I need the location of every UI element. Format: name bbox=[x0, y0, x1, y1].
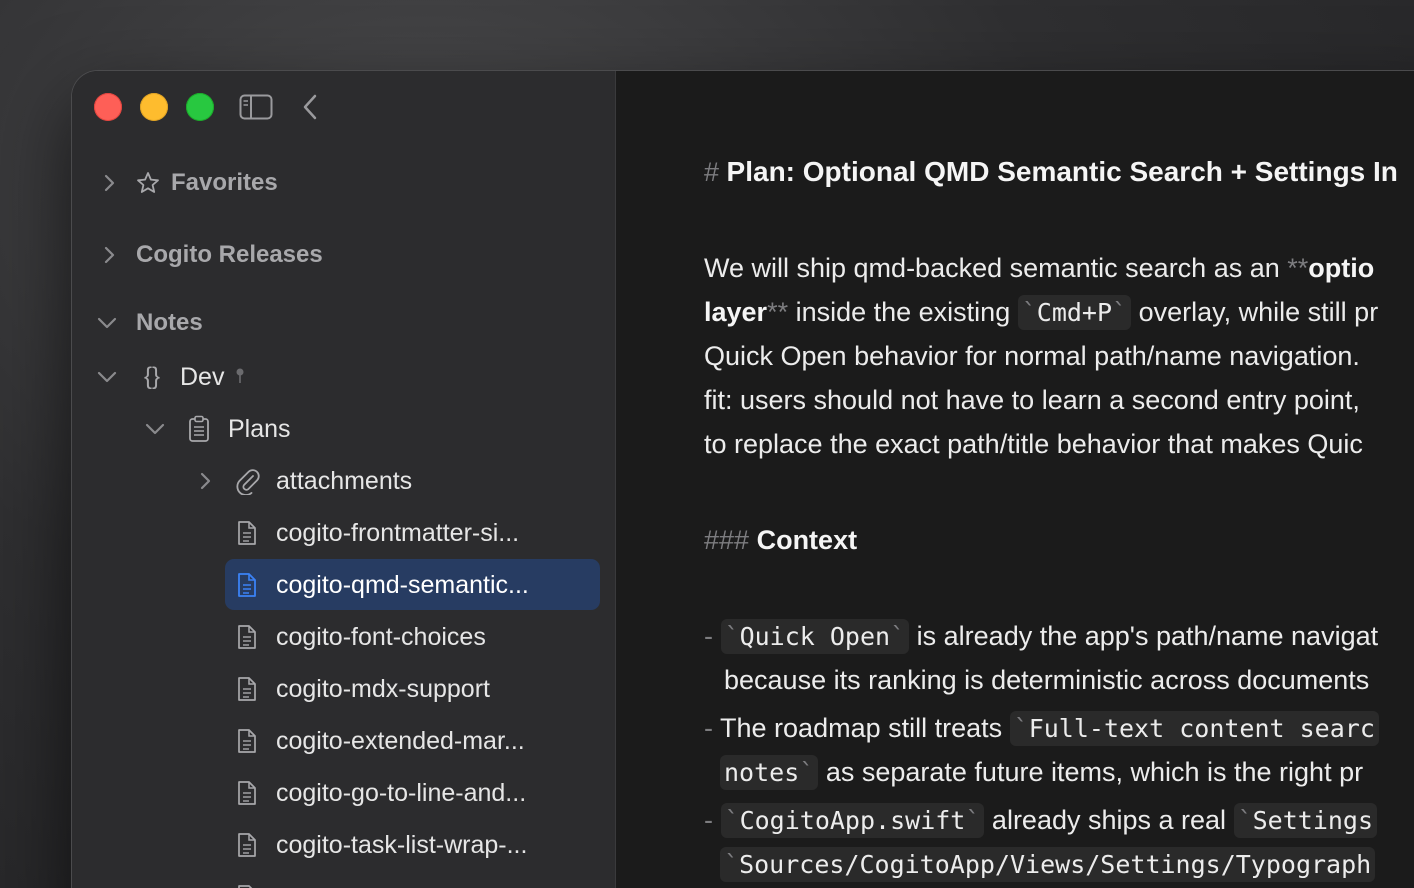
sidebar-file-label: cogito-font-choices bbox=[276, 622, 486, 651]
sidebar-file-item[interactable]: cogito-go-to-line-and... bbox=[72, 771, 615, 815]
sidebar-file-item[interactable]: cogito-frontmatter-si... bbox=[72, 511, 615, 555]
chevron-right-icon[interactable] bbox=[193, 469, 217, 493]
sidebar-section-cogito-releases[interactable]: Cogito Releases bbox=[72, 233, 615, 277]
sidebar-label-notes: Notes bbox=[136, 309, 203, 336]
sidebar-file-label: cogito-extended-mar... bbox=[276, 726, 525, 755]
paragraph-line: to replace the exact path/title behavior… bbox=[704, 429, 1363, 459]
paragraph-line: fit: users should not have to learn a se… bbox=[704, 385, 1360, 415]
document-title: Plan: Optional QMD Semantic Search + Set… bbox=[726, 156, 1398, 187]
document-icon bbox=[233, 570, 261, 600]
sidebar-folder-attachments[interactable]: attachments bbox=[72, 459, 615, 503]
text-run: We will ship qmd-backed semantic search … bbox=[704, 253, 1288, 283]
text-run: is already the app's path/name navigat bbox=[909, 621, 1379, 651]
sidebar-section-notes[interactable]: Notes bbox=[72, 301, 615, 345]
bullet-marker: - bbox=[704, 713, 713, 743]
document-icon bbox=[233, 882, 261, 888]
bullet-continuation: `Sources/CogitoApp/Views/Settings/Typogr… bbox=[720, 842, 1376, 886]
chevron-right-icon[interactable] bbox=[97, 243, 121, 267]
bullet-marker: - bbox=[704, 621, 713, 651]
document-icon bbox=[233, 726, 261, 756]
sidebar-label-dev: Dev bbox=[180, 362, 225, 391]
chevron-left-icon bbox=[303, 94, 317, 120]
text-run: The roadmap still treats bbox=[720, 713, 1010, 743]
sidebar-file-item-partial[interactable] bbox=[72, 875, 615, 888]
bold-text: layer bbox=[704, 297, 768, 327]
paperclip-icon bbox=[233, 466, 261, 496]
bold-marker: ** bbox=[1287, 253, 1309, 283]
sidebar-label-plans: Plans bbox=[228, 414, 291, 443]
sidebar: Favorites Cogito Releases Notes {} Dev P… bbox=[72, 71, 616, 888]
sidebar-folder-plans[interactable]: Plans bbox=[72, 407, 615, 451]
paragraph-line: layer** inside the existing `Cmd+P` over… bbox=[704, 290, 1378, 334]
document-icon bbox=[233, 778, 261, 808]
inline-code: notes` bbox=[720, 755, 819, 790]
inline-code: `Full-text content searc bbox=[1009, 711, 1379, 746]
clipboard-icon bbox=[185, 414, 213, 444]
document-icon bbox=[233, 830, 261, 860]
text-run: already ships a real bbox=[984, 805, 1234, 835]
sidebar-file-label: cogito-frontmatter-si... bbox=[276, 518, 520, 547]
sidebar-file-item[interactable]: cogito-task-list-wrap-... bbox=[72, 823, 615, 867]
sidebar-label-attachments: attachments bbox=[276, 466, 413, 495]
inline-code: `Quick Open` bbox=[720, 619, 910, 654]
inline-code: `CogitoApp.swift` bbox=[720, 803, 985, 838]
close-window-button[interactable] bbox=[94, 93, 122, 121]
bullet-continuation: because its ranking is deterministic acr… bbox=[724, 665, 1370, 695]
text-run: inside the existing bbox=[788, 297, 1018, 327]
braces-icon: {} bbox=[143, 363, 161, 390]
maximize-window-button[interactable] bbox=[186, 93, 214, 121]
document-icon bbox=[233, 622, 261, 652]
minimize-window-button[interactable] bbox=[140, 93, 168, 121]
paragraph-line: Quick Open behavior for normal path/name… bbox=[704, 341, 1360, 371]
back-button[interactable] bbox=[296, 91, 324, 123]
document-icon bbox=[233, 674, 261, 704]
sidebar-file-label: cogito-task-list-wrap-... bbox=[276, 830, 528, 859]
sidebar-file-label: cogito-qmd-semantic... bbox=[276, 570, 529, 599]
chevron-right-icon[interactable] bbox=[97, 171, 121, 195]
app-window: Favorites Cogito Releases Notes {} Dev P… bbox=[72, 71, 1414, 888]
star-icon bbox=[134, 168, 162, 198]
text-run: overlay, while still pr bbox=[1131, 297, 1379, 327]
heading-1: # Plan: Optional QMD Semantic Search + S… bbox=[704, 150, 1398, 194]
chevron-down-icon[interactable] bbox=[143, 417, 167, 441]
bold-text: optio bbox=[1308, 253, 1375, 283]
sidebar-file-item[interactable]: cogito-mdx-support bbox=[72, 667, 615, 711]
pin-icon bbox=[232, 362, 248, 392]
sidebar-file-item[interactable]: cogito-extended-mar... bbox=[72, 719, 615, 763]
context-heading: Context bbox=[756, 525, 858, 555]
heading-marker: # bbox=[704, 157, 720, 187]
sidebar-file-label: cogito-mdx-support bbox=[276, 674, 490, 703]
bullet-line: - `Quick Open` is already the app's path… bbox=[704, 614, 1378, 658]
chevron-down-icon[interactable] bbox=[95, 365, 119, 389]
inline-code: `Settings bbox=[1233, 803, 1378, 838]
bullet-line: - `CogitoApp.swift` already ships a real… bbox=[704, 798, 1378, 842]
inline-code: `Sources/CogitoApp/Views/Settings/Typogr… bbox=[720, 847, 1376, 882]
bold-marker: ** bbox=[767, 297, 789, 327]
sidebar-label-cogito-releases: Cogito Releases bbox=[136, 241, 323, 268]
bullet-marker: - bbox=[704, 805, 713, 835]
paragraph-line: We will ship qmd-backed semantic search … bbox=[704, 246, 1374, 290]
sidebar-folder-dev[interactable]: {} Dev bbox=[72, 355, 615, 399]
markdown-editor[interactable]: # Plan: Optional QMD Semantic Search + S… bbox=[616, 71, 1414, 888]
text-run: as separate future items, which is the r… bbox=[818, 757, 1364, 787]
chevron-down-icon[interactable] bbox=[95, 311, 119, 335]
sidebar-section-favorites[interactable]: Favorites bbox=[72, 161, 615, 205]
bullet-line: - The roadmap still treats `Full-text co… bbox=[704, 706, 1379, 750]
inline-code: `Cmd+P` bbox=[1017, 295, 1132, 330]
document-icon bbox=[233, 518, 261, 548]
sidebar-file-label: cogito-go-to-line-and... bbox=[276, 778, 527, 807]
sidebar-label-favorites: Favorites bbox=[171, 169, 278, 196]
sidebar-file-item-selected[interactable]: cogito-qmd-semantic... bbox=[72, 563, 615, 607]
sidebar-toggle-icon[interactable] bbox=[238, 91, 274, 123]
bullet-continuation: notes` as separate future items, which i… bbox=[720, 750, 1363, 794]
sidebar-file-item[interactable]: cogito-font-choices bbox=[72, 615, 615, 659]
heading-3: ### Context bbox=[704, 518, 857, 562]
desktop-background: Favorites Cogito Releases Notes {} Dev P… bbox=[0, 0, 1414, 888]
heading-marker: ### bbox=[704, 525, 750, 555]
